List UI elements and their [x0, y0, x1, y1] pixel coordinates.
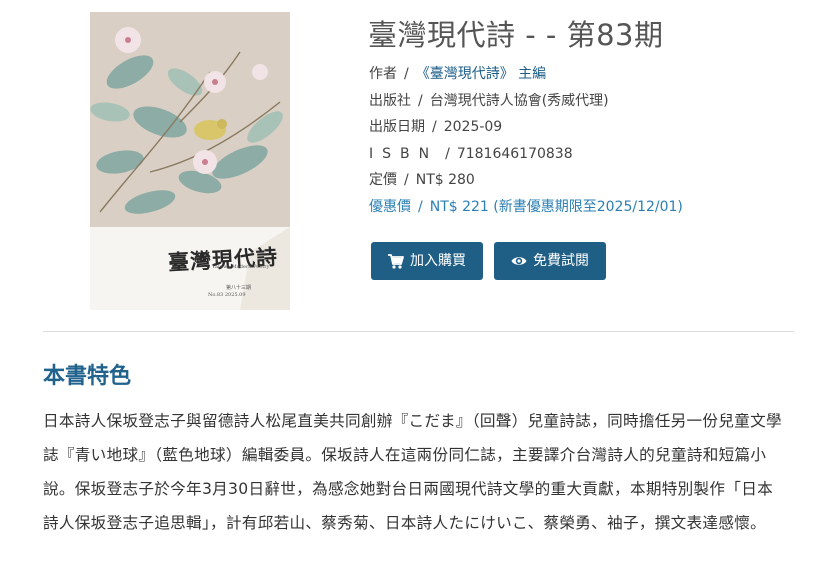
product-title: 臺灣現代詩 - - 第83期 [368, 18, 664, 52]
separator: / [432, 119, 437, 135]
list-price-label: 定價 [369, 172, 397, 188]
sale-price-value: NT$ 221 (新書優惠期限至2025/12/01) [429, 198, 683, 215]
author-row: 作者 / 《臺灣現代詩》 主編 [369, 64, 683, 91]
isbn-row: ISBN / 7181646170838 [369, 144, 683, 171]
separator: / [445, 145, 450, 162]
separator: / [418, 198, 423, 215]
publisher-value: 台灣現代詩人協會(秀威代理) [429, 92, 609, 109]
separator: / [404, 172, 409, 188]
features-heading: 本書特色 [43, 364, 132, 389]
separator: / [404, 66, 409, 82]
section-divider [43, 331, 794, 332]
eye-icon [511, 255, 527, 267]
publisher-label: 出版社 [369, 92, 411, 109]
isbn-label: ISBN [369, 145, 439, 162]
product-details: 作者 / 《臺灣現代詩》 主編 出版社 / 台灣現代詩人協會(秀威代理) 出版日期 / 20… [369, 64, 683, 223]
add-to-cart-label: 加入購買 [410, 253, 466, 269]
cart-icon [388, 253, 404, 269]
separator: / [418, 92, 423, 109]
list-price-row: 定價 / NT$ 280 [369, 170, 683, 197]
cover-subtitle-art: Taiwan Modern Poetry [212, 264, 270, 270]
add-to-cart-button[interactable]: 加入購買 [371, 242, 483, 280]
free-preview-button[interactable]: 免費試閱 [494, 242, 606, 280]
list-price-value: NT$ 280 [415, 172, 475, 188]
author-label: 作者 [369, 66, 397, 82]
free-preview-label: 免費試閱 [533, 253, 589, 269]
isbn-value: 7181646170838 [456, 145, 573, 162]
features-body: 日本詩人保坂登志子與留德詩人松尾直美共同創辦『こだま』（回聲）兒童詩誌，同時擔任… [43, 412, 782, 532]
cover-issue-art: 第八十三期 [226, 285, 252, 291]
publish-date-value: 2025-09 [443, 119, 503, 135]
cover-title-art: 臺灣現代詩 [167, 244, 279, 275]
author-link[interactable]: 《臺灣現代詩》 主編 [416, 66, 546, 82]
publish-date-row: 出版日期 / 2025-09 [369, 117, 683, 144]
publish-date-label: 出版日期 [369, 119, 425, 135]
publisher-row: 出版社 / 台灣現代詩人協會(秀威代理) [369, 91, 683, 118]
sale-price-row: 優惠價 / NT$ 221 (新書優惠期限至2025/12/01) [369, 197, 683, 224]
sale-price-label: 優惠價 [369, 198, 411, 215]
cover-number-art: No.83 2025.09 [208, 292, 246, 298]
